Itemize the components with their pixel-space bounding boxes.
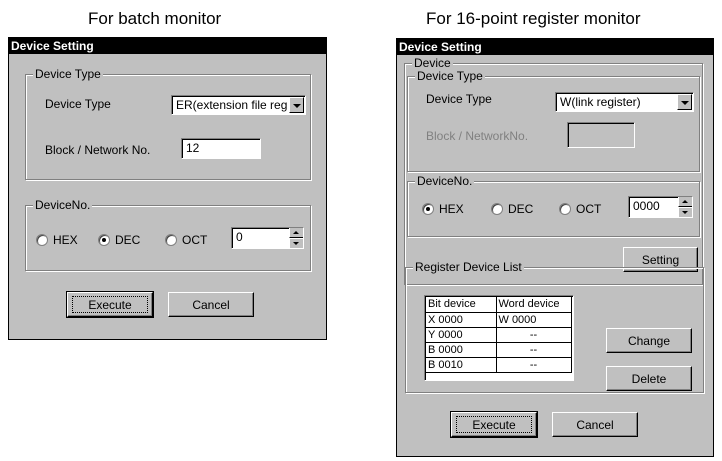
radio-dec-label: DEC: [508, 202, 534, 216]
register-device-list-label: Register Device List: [413, 260, 524, 274]
dialog-title: Device Setting: [399, 40, 482, 54]
device-type-group-label: Device Type: [415, 69, 485, 83]
device-no-group-label: DeviceNo.: [33, 198, 93, 212]
device-group-label: Device: [412, 56, 453, 70]
spin-up-icon[interactable]: [678, 197, 692, 207]
delete-button[interactable]: Delete: [606, 366, 692, 391]
table-cell: Y 0000: [426, 327, 497, 343]
device-no-group-label: DeviceNo.: [415, 174, 475, 188]
radio-dec[interactable]: DEC: [98, 233, 140, 247]
device-group: Device Device Type Device Type W(link re…: [404, 56, 703, 285]
register-device-table[interactable]: Bit device Word device X 0000 W 0000 Y 0…: [424, 295, 574, 381]
table-row[interactable]: Y 0000 --: [426, 327, 572, 343]
register-device-list-group: Register Device List Bit device Word dev…: [405, 260, 704, 393]
change-button-label: Change: [627, 333, 671, 348]
table-cell: --: [496, 357, 572, 373]
device-no-group: DeviceNo. HEX DEC OCT 0: [25, 198, 311, 271]
cancel-button[interactable]: Cancel: [168, 292, 254, 317]
device-no-value: 0: [236, 230, 243, 244]
radio-oct-dot[interactable]: [165, 234, 177, 246]
radio-dec[interactable]: DEC: [491, 202, 533, 216]
table-row[interactable]: B 0000 --: [426, 342, 572, 358]
device-no-value: 0000: [633, 199, 660, 213]
radio-hex-dot[interactable]: [422, 203, 434, 215]
table-row[interactable]: B 0010 --: [426, 357, 572, 373]
device-no-spinner[interactable]: 0000: [628, 196, 693, 218]
spin-down-icon[interactable]: [678, 207, 692, 217]
execute-button-label: Execute: [472, 417, 516, 432]
caption-batch-monitor: For batch monitor: [88, 9, 222, 28]
block-network-label: Block / Network No.: [45, 143, 151, 157]
spin-down-icon[interactable]: [289, 238, 303, 248]
radio-oct-label: OCT: [576, 202, 602, 216]
execute-button[interactable]: Execute: [450, 411, 538, 438]
block-network-label: Block / NetworkNo.: [426, 129, 529, 143]
column-header: Bit device: [426, 297, 497, 313]
device-type-group-label: Device Type: [33, 67, 103, 81]
dialog-title-bar[interactable]: Device Setting: [397, 39, 713, 55]
setting-button-label: Setting: [641, 252, 680, 267]
dialog-title: Device Setting: [11, 39, 94, 53]
table-header-row: Bit device Word device: [426, 297, 572, 313]
cancel-button[interactable]: Cancel: [552, 412, 638, 437]
radio-hex-label: HEX: [53, 233, 78, 247]
table-cell: B 0010: [426, 357, 497, 373]
chevron-down-icon[interactable]: [289, 97, 304, 113]
change-button[interactable]: Change: [606, 328, 692, 353]
radio-hex-label: HEX: [439, 202, 464, 216]
table-row[interactable]: X 0000 W 0000: [426, 312, 572, 328]
table-cell: W 0000: [496, 312, 572, 328]
radio-dec-dot[interactable]: [491, 203, 503, 215]
device-type-group: Device Type Device Type ER(extension fil…: [25, 67, 311, 180]
device-type-label: Device Type: [426, 92, 492, 106]
radio-dec-dot[interactable]: [98, 234, 110, 246]
table-cell: X 0000: [426, 312, 497, 328]
cancel-button-label: Cancel: [576, 417, 614, 432]
table-cell: --: [496, 327, 572, 343]
radio-dec-label: DEC: [115, 233, 141, 247]
radio-oct-dot[interactable]: [559, 203, 571, 215]
device-type-select[interactable]: ER(extension file regi: [171, 95, 306, 115]
device-type-select-value: W(link register): [560, 95, 641, 109]
table-cell: --: [496, 342, 572, 358]
execute-button[interactable]: Execute: [66, 291, 154, 318]
spin-up-icon[interactable]: [289, 228, 303, 238]
device-type-select-value: ER(extension file regi: [176, 98, 287, 112]
radio-hex[interactable]: HEX: [36, 233, 78, 247]
chevron-down-icon[interactable]: [677, 94, 692, 110]
radio-oct-label: OCT: [182, 233, 208, 247]
column-header: Word device: [496, 297, 572, 313]
device-no-spinner[interactable]: 0: [231, 227, 304, 249]
radio-oct[interactable]: OCT: [559, 202, 601, 216]
delete-button-label: Delete: [631, 371, 667, 386]
dialog-title-bar[interactable]: Device Setting: [9, 38, 326, 54]
device-no-group: DeviceNo. HEX DEC OCT 0000: [407, 174, 700, 237]
block-network-input[interactable]: 12: [181, 138, 261, 159]
radio-hex[interactable]: HEX: [422, 202, 464, 216]
radio-hex-dot[interactable]: [36, 234, 48, 246]
device-type-group: Device Type Device Type W(link register)…: [407, 69, 700, 172]
register-device-grid: Bit device Word device X 0000 W 0000 Y 0…: [426, 297, 572, 373]
device-type-label: Device Type: [45, 97, 111, 111]
register-device-setting-dialog: Device Setting Device Device Type Device…: [396, 38, 714, 457]
table-cell: B 0000: [426, 342, 497, 358]
cancel-button-label: Cancel: [192, 297, 230, 312]
radio-oct[interactable]: OCT: [165, 233, 207, 247]
device-type-select[interactable]: W(link register): [555, 92, 694, 112]
caption-register-monitor: For 16-point register monitor: [426, 9, 641, 28]
execute-button-label: Execute: [88, 297, 132, 312]
block-network-input[interactable]: [567, 122, 635, 148]
batch-device-setting-dialog: Device Setting Device Type Device Type E…: [8, 37, 327, 340]
